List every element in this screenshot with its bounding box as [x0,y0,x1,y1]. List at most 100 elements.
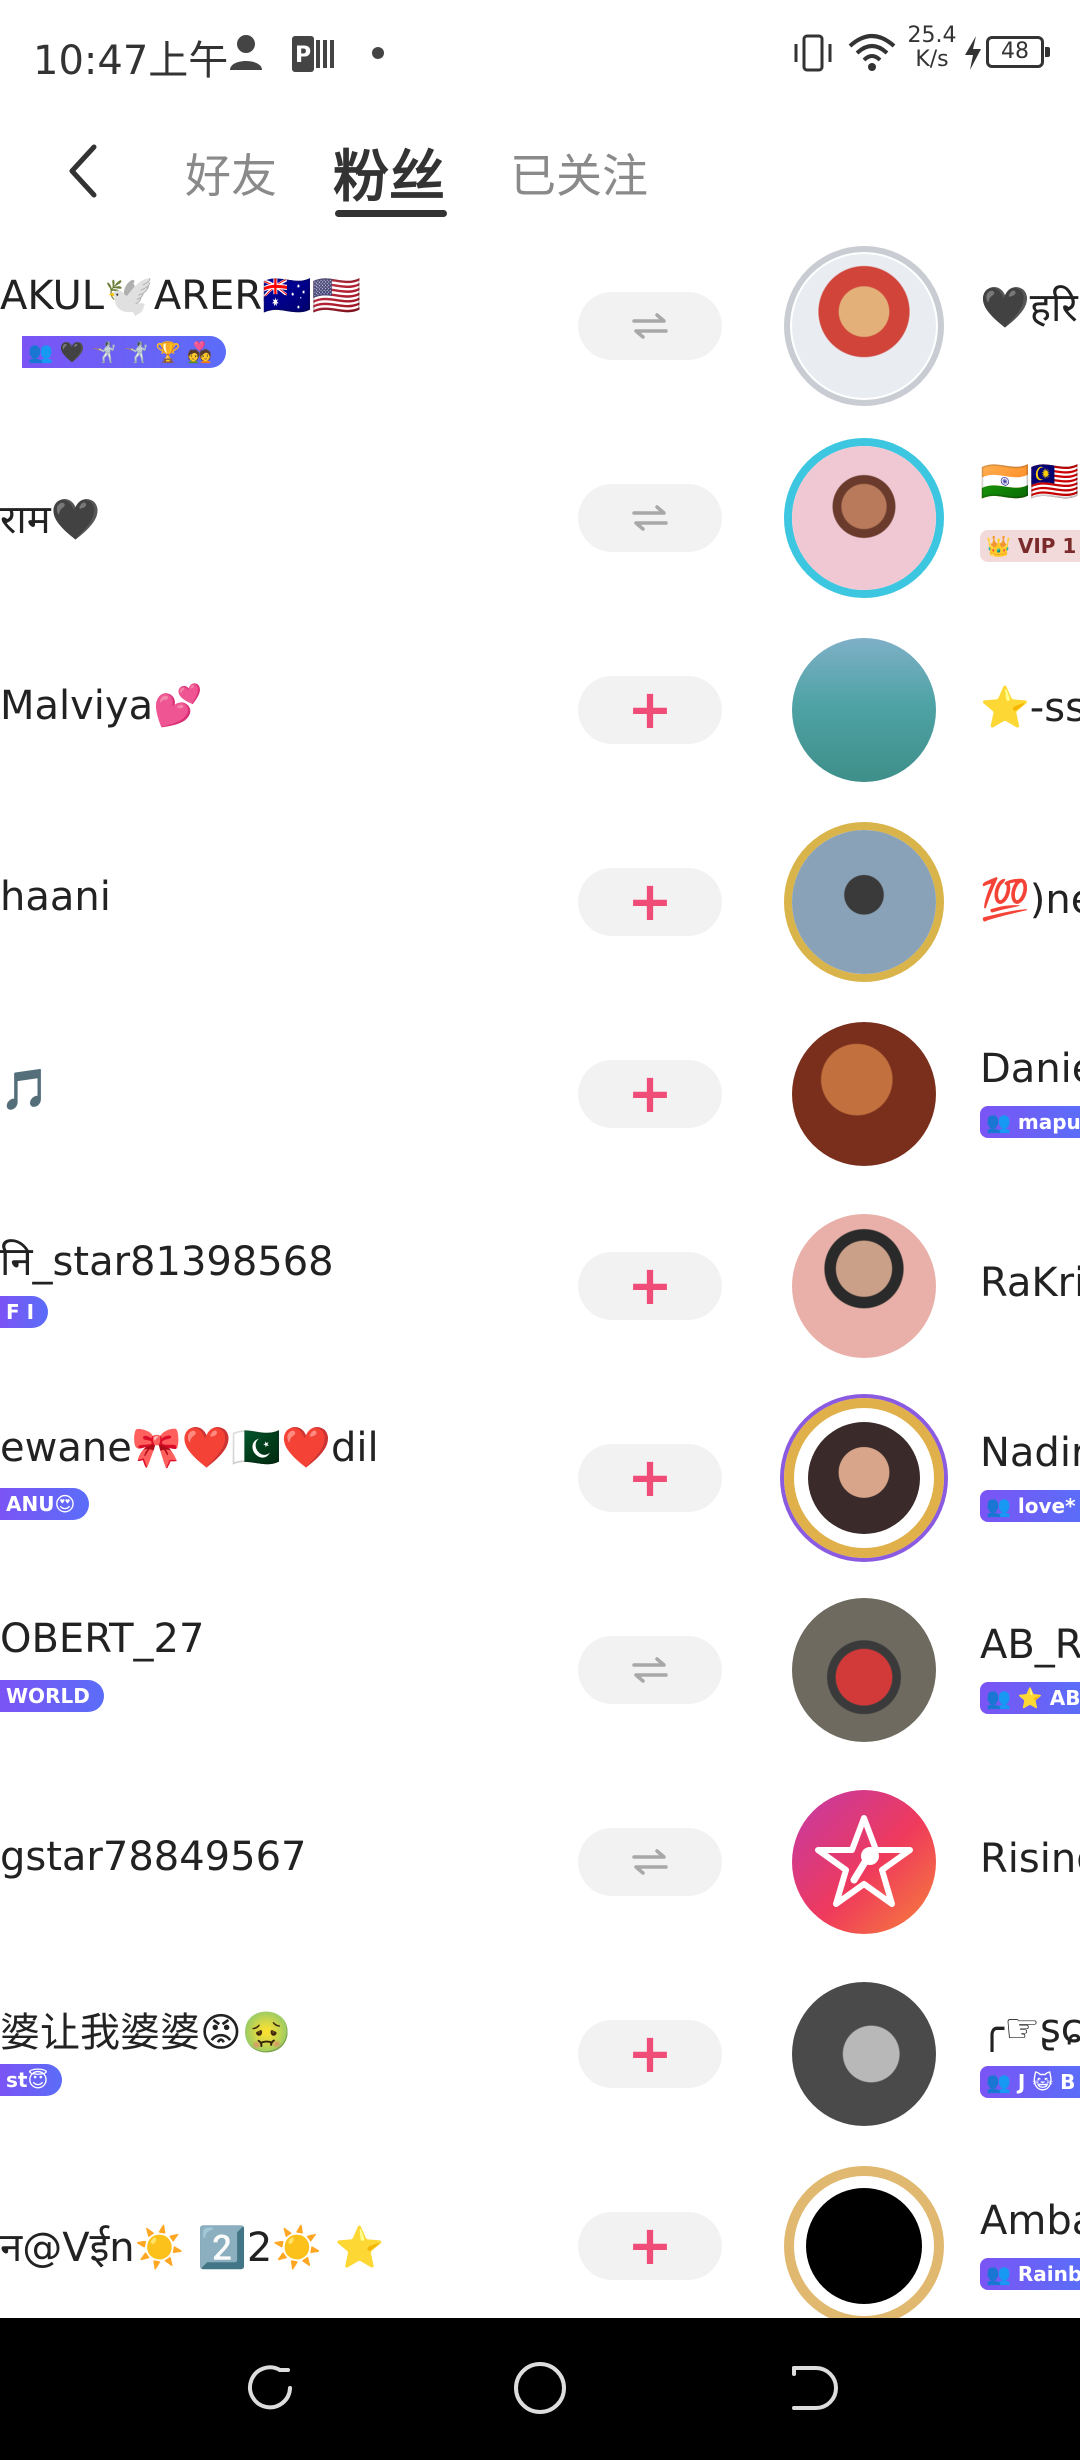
follow-button[interactable]: + [578,2212,722,2280]
svg-text:P: P [295,43,311,68]
user-name: न@Vईn☀️ 2️⃣2☀️ ⭐ [0,2225,385,2271]
user-name: 💯)ne [980,877,1080,923]
avatar[interactable] [792,1214,936,1358]
list-item[interactable]: 🎵 + Danie 👥 mapu [0,998,1080,1190]
user-name: Nadir [980,1430,1080,1476]
user-name: AB_R [980,1622,1080,1668]
fan-club-badge: 👥 love* [980,1490,1080,1522]
user-name: Danie [980,1046,1080,1092]
fan-club-badge: F I [0,1296,49,1328]
active-tab-indicator [335,210,447,217]
list-item[interactable]: OBERT_27 WORLD AB_R 👥 ⭐ AB [0,1574,1080,1766]
list-item[interactable]: 婆让我婆婆😡🤢 st😇 + ╭☞ʂɕ 👥 J 😺 B [0,1958,1080,2150]
plus-icon: + [627,1254,673,1317]
charging-bolt-icon [965,36,981,70]
home-icon[interactable] [510,2358,570,2418]
chevron-left-icon [69,144,97,198]
fan-club-badge: WORLD [0,1680,104,1712]
user-name: AKUL🕊️ARER🇦🇺🇺🇸 [0,273,362,319]
list-item[interactable]: नि_star81398568 F I + RaKri [0,1190,1080,1382]
status-bar: 10:47上午 P 25.4 K/s 48 [0,0,1080,110]
user-name: राम🖤 [0,497,101,543]
list-item[interactable]: Malviya💕 + ⭐-ss [0,614,1080,806]
follow-button[interactable]: + [578,1444,722,1512]
user-name: Malviya💕 [0,683,203,729]
user-name: OBERT_27 [0,1616,205,1662]
plus-icon: + [627,870,673,933]
system-nav-bar [0,2318,1080,2460]
mutual-follow-icon [632,505,668,531]
wifi-icon [848,34,896,71]
follow-button[interactable]: + [578,1252,722,1320]
star-microphone-icon [815,1815,913,1907]
vibrate-icon [794,34,832,72]
mutual-follow-button[interactable] [578,484,722,552]
follow-button[interactable]: + [578,1060,722,1128]
network-speed: 25.4 K/s [907,23,957,72]
list-item[interactable]: राम🖤 🇮🇳🇲🇾 👑 VIP 1 [0,422,1080,614]
mutual-follow-icon [632,1657,668,1683]
back-nav-icon[interactable] [780,2358,840,2418]
plus-icon: + [627,1062,673,1125]
plus-icon: + [627,1446,673,1509]
fan-club-badge: ANU😍 [0,1488,90,1520]
recent-apps-icon[interactable] [240,2358,300,2418]
follow-button[interactable]: + [578,676,722,744]
header: 好友 粉丝 已关注 [0,110,1080,230]
user-name: 🖤हरि [980,285,1078,331]
avatar[interactable] [792,1790,936,1934]
list-item[interactable]: gstar78849567 Rising [0,1766,1080,1958]
fan-club-badge: 👥 ⭐ AB [980,1682,1080,1714]
avatar[interactable] [808,1422,920,1534]
user-name: 🇮🇳🇲🇾 [980,459,1080,505]
list-item[interactable]: AKUL🕊️ARER🇦🇺🇺🇸 👥 🖤 🤺 🤺 🏆 💑 🖤हरि [0,230,1080,422]
user-name: ╭☞ʂɕ [980,2006,1080,2052]
user-name: नि_star81398568 [0,1239,334,1285]
user-name: gstar78849567 [0,1834,307,1880]
user-name: ⭐-ss [980,685,1080,731]
avatar[interactable] [806,2188,922,2304]
list-item[interactable]: न@Vईn☀️ 2️⃣2☀️ ⭐ + Amba 👥 Rainb [0,2150,1080,2320]
battery-icon: 48 [986,36,1050,68]
tab-fans[interactable]: 粉丝 [333,132,445,213]
fan-club-badge: 👥 🖤 🤺 🤺 🏆 💑 [22,336,227,368]
person-icon [230,35,262,70]
user-name: ewane🎀❤️🇵🇰❤️dil [0,1425,379,1471]
back-button[interactable] [52,136,112,206]
fan-club-badge: 👥 Rainb [980,2258,1080,2290]
mutual-follow-icon [632,1849,668,1875]
fan-club-badge: 👥 J 😺 B [980,2066,1080,2098]
tab-friends[interactable]: 好友 [185,140,277,206]
avatar[interactable] [792,446,936,590]
mutual-follow-button[interactable] [578,1636,722,1704]
mutual-follow-button[interactable] [578,292,722,360]
plus-icon: + [627,678,673,741]
user-name: Rising [980,1836,1080,1882]
avatar[interactable] [792,1022,936,1166]
avatar[interactable] [792,1982,936,2126]
avatar[interactable] [792,1598,936,1742]
plus-icon: + [627,2214,673,2277]
mutual-follow-button[interactable] [578,1828,722,1896]
fan-club-badge: st😇 [0,2064,63,2096]
user-name: Amba [980,2198,1080,2244]
avatar[interactable] [792,830,936,974]
tab-following[interactable]: 已关注 [510,140,648,206]
follow-button[interactable]: + [578,2020,722,2088]
avatar[interactable] [792,638,936,782]
follow-button[interactable]: + [578,868,722,936]
notification-dot-icon [372,47,384,59]
user-name: haani [0,874,111,920]
mutual-follow-icon [632,313,668,339]
vip-badge: 👑 VIP 1 [980,530,1080,562]
plus-icon: + [627,2022,673,2085]
user-name: RaKri [980,1260,1080,1306]
list-item[interactable]: ewane🎀❤️🇵🇰❤️dil ANU😍 + Nadir 👥 love* [0,1382,1080,1574]
user-name: 婆让我婆婆😡🤢 [0,2010,292,2056]
p-app-icon: P [292,36,334,72]
avatar[interactable] [792,254,936,398]
fans-list: AKUL🕊️ARER🇦🇺🇺🇸 👥 🖤 🤺 🤺 🏆 💑 🖤हरि राम🖤 🇮🇳🇲… [0,230,1080,2320]
list-item[interactable]: haani + 💯)ne [0,806,1080,998]
status-time: 10:47上午 [33,38,229,84]
fan-club-badge: 👥 mapu [980,1106,1080,1138]
